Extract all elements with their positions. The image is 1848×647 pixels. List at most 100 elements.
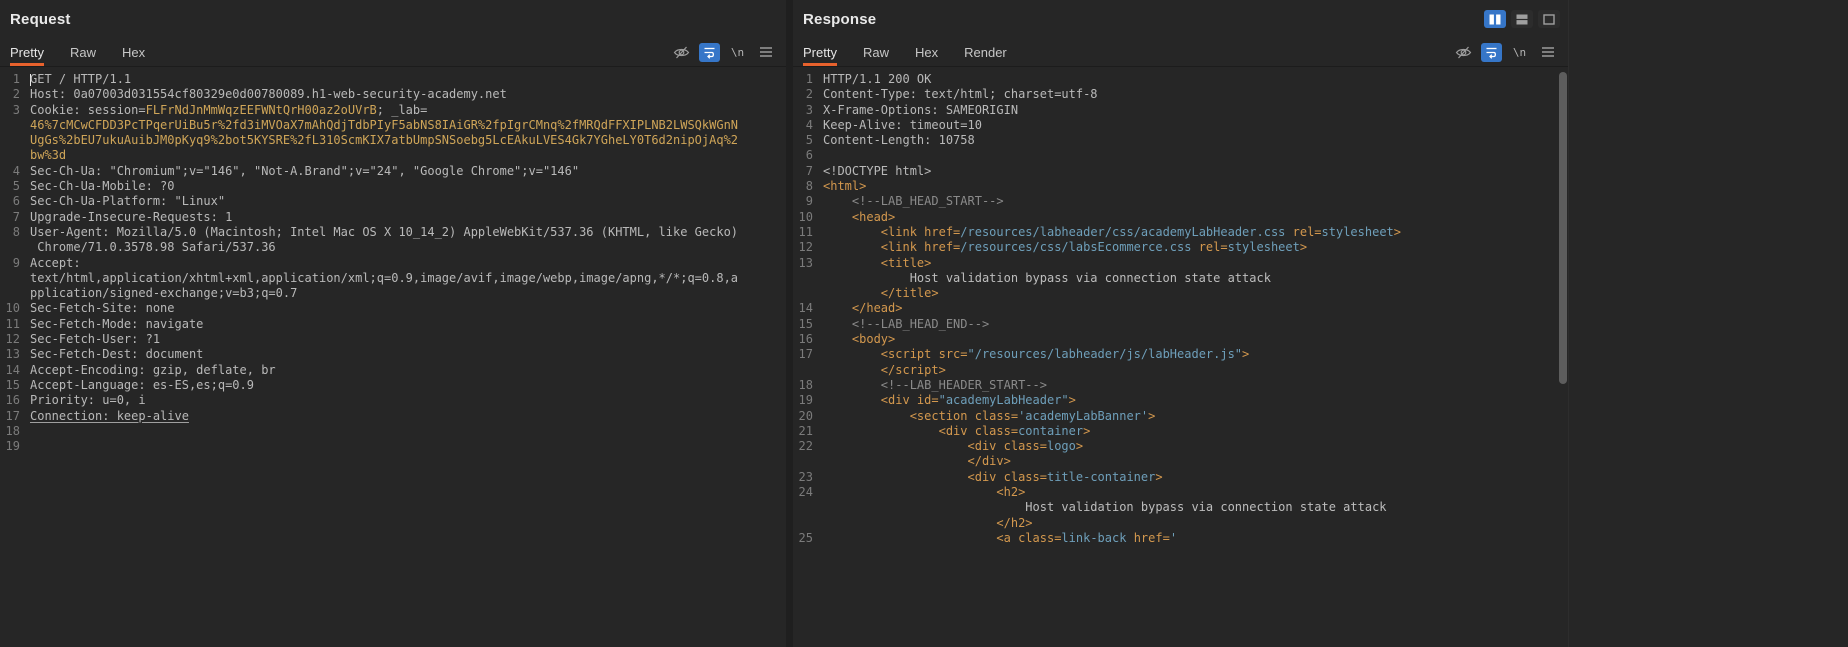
- code-line[interactable]: 9Accept:: [0, 256, 786, 271]
- code-line[interactable]: 10 <head>: [793, 210, 1568, 225]
- code-line[interactable]: 16 <body>: [793, 332, 1568, 347]
- code-line[interactable]: 15 <!--LAB_HEAD_END-->: [793, 317, 1568, 332]
- code-line[interactable]: 22 <div class=logo>: [793, 439, 1568, 454]
- code-line[interactable]: 17Connection: keep-alive: [0, 409, 786, 424]
- hide-nonprinting-icon[interactable]: [671, 43, 692, 62]
- newline-chars-icon[interactable]: \n: [1509, 43, 1530, 62]
- editor-menu-icon[interactable]: [755, 43, 776, 62]
- panel-splitter[interactable]: [786, 0, 793, 647]
- request-tab-hex[interactable]: Hex: [122, 38, 145, 66]
- code-line[interactable]: 3Cookie: session=FLFrNdJnMmWqzEEFWNtQrH0…: [0, 103, 786, 118]
- code-segment: FLFrNdJnMmWqzEEFWNtQrH00az2oUVrB: [146, 103, 377, 117]
- code-text: <div class=container>: [820, 424, 1568, 439]
- hamburger-icon: [1541, 46, 1555, 58]
- code-segment: <!--LAB_HEADER_START-->: [881, 378, 1047, 392]
- code-line[interactable]: Chrome/71.0.3578.98 Safari/537.36: [0, 240, 786, 255]
- code-line[interactable]: 8<html>: [793, 179, 1568, 194]
- code-line[interactable]: UgGs%2bEU7ukuAuibJM0pKyq9%2bot5KYSRE%2fL…: [0, 133, 786, 148]
- hide-nonprinting-icon[interactable]: [1453, 43, 1474, 62]
- code-line[interactable]: text/html,application/xhtml+xml,applicat…: [0, 271, 786, 286]
- code-line[interactable]: 14 </head>: [793, 301, 1568, 316]
- code-line[interactable]: 2Content-Type: text/html; charset=utf-8: [793, 87, 1568, 102]
- code-line[interactable]: 1HTTP/1.1 200 OK: [793, 72, 1568, 87]
- code-line[interactable]: 4Keep-Alive: timeout=10: [793, 118, 1568, 133]
- code-line[interactable]: Host validation bypass via connection st…: [793, 271, 1568, 286]
- code-line[interactable]: 15Accept-Language: es-ES,es;q=0.9: [0, 378, 786, 393]
- code-line[interactable]: 14Accept-Encoding: gzip, deflate, br: [0, 363, 786, 378]
- code-line[interactable]: 9 <!--LAB_HEAD_START-->: [793, 194, 1568, 209]
- code-segment: link-back: [1061, 531, 1126, 545]
- code-line[interactable]: </h2>: [793, 516, 1568, 531]
- code-line[interactable]: 6: [793, 148, 1568, 163]
- code-line[interactable]: </title>: [793, 286, 1568, 301]
- code-segment: <div class=: [968, 470, 1047, 484]
- code-line[interactable]: 11Sec-Fetch-Mode: navigate: [0, 317, 786, 332]
- code-text: <html>: [820, 179, 1568, 194]
- code-line[interactable]: 46%7cMCwCFDD3PcTPqerUiBu5r%2fd3iMVOaX7mA…: [0, 118, 786, 133]
- code-segment: text/html,application/xhtml+xml,applicat…: [30, 271, 738, 285]
- word-wrap-icon[interactable]: [699, 43, 720, 62]
- request-tab-raw[interactable]: Raw: [70, 38, 96, 66]
- code-line[interactable]: 25 <a class=link-back href=': [793, 531, 1568, 546]
- columns-layout-button[interactable]: [1484, 10, 1506, 28]
- newline-chars-icon[interactable]: \n: [727, 43, 748, 62]
- code-line[interactable]: 12Sec-Fetch-User: ?1: [0, 332, 786, 347]
- code-segment: <div class=: [968, 439, 1047, 453]
- response-tab-render[interactable]: Render: [964, 38, 1007, 66]
- editor-menu-icon[interactable]: [1537, 43, 1558, 62]
- code-line[interactable]: 11 <link href=/resources/labheader/css/a…: [793, 225, 1568, 240]
- code-line[interactable]: 8User-Agent: Mozilla/5.0 (Macintosh; Int…: [0, 225, 786, 240]
- code-line[interactable]: 1GET / HTTP/1.1: [0, 72, 786, 87]
- code-line[interactable]: Host validation bypass via connection st…: [793, 500, 1568, 515]
- response-tab-hex[interactable]: Hex: [915, 38, 938, 66]
- code-line[interactable]: </script>: [793, 363, 1568, 378]
- code-text: Sec-Ch-Ua-Mobile: ?0: [27, 179, 786, 194]
- code-line[interactable]: 13Sec-Fetch-Dest: document: [0, 347, 786, 362]
- code-line[interactable]: 10Sec-Fetch-Site: none: [0, 301, 786, 316]
- code-line[interactable]: 19 <div id="academyLabHeader">: [793, 393, 1568, 408]
- code-line[interactable]: 7<!DOCTYPE html>: [793, 164, 1568, 179]
- code-line[interactable]: </div>: [793, 454, 1568, 469]
- code-line[interactable]: 23 <div class=title-container>: [793, 470, 1568, 485]
- rows-layout-button[interactable]: [1511, 10, 1533, 28]
- code-line[interactable]: 18: [0, 424, 786, 439]
- code-text: Accept-Language: es-ES,es;q=0.9: [27, 378, 786, 393]
- code-line[interactable]: 12 <link href=/resources/css/labsEcommer…: [793, 240, 1568, 255]
- response-scrollbar-thumb[interactable]: [1559, 72, 1567, 384]
- line-number: 14: [0, 363, 27, 378]
- code-line[interactable]: 24 <h2>: [793, 485, 1568, 500]
- request-tab-pretty[interactable]: Pretty: [10, 38, 44, 66]
- code-line[interactable]: 19: [0, 439, 786, 454]
- code-line[interactable]: 2Host: 0a07003d031554cf80329e0d00780089.…: [0, 87, 786, 102]
- code-line[interactable]: 18 <!--LAB_HEADER_START-->: [793, 378, 1568, 393]
- line-number: [793, 363, 820, 378]
- code-line[interactable]: 4Sec-Ch-Ua: "Chromium";v="146", "Not-A.B…: [0, 164, 786, 179]
- code-segment: Connection: keep-alive: [30, 409, 189, 423]
- response-tab-pretty[interactable]: Pretty: [803, 38, 837, 66]
- code-segment: Sec-Fetch-Dest: document: [30, 347, 203, 361]
- code-line[interactable]: 16Priority: u=0, i: [0, 393, 786, 408]
- code-segment: [823, 225, 881, 239]
- code-line[interactable]: 17 <script src="/resources/labheader/js/…: [793, 347, 1568, 362]
- code-line[interactable]: 21 <div class=container>: [793, 424, 1568, 439]
- word-wrap-icon[interactable]: [1481, 43, 1502, 62]
- code-line[interactable]: 13 <title>: [793, 256, 1568, 271]
- code-text: <!--LAB_HEAD_END-->: [820, 317, 1568, 332]
- code-line[interactable]: 5Sec-Ch-Ua-Mobile: ?0: [0, 179, 786, 194]
- response-tab-raw[interactable]: Raw: [863, 38, 889, 66]
- code-line[interactable]: 6Sec-Ch-Ua-Platform: "Linux": [0, 194, 786, 209]
- code-line[interactable]: 3X-Frame-Options: SAMEORIGIN: [793, 103, 1568, 118]
- code-line[interactable]: 20 <section class='academyLabBanner'>: [793, 409, 1568, 424]
- response-scrollbar[interactable]: [1558, 70, 1567, 643]
- code-line[interactable]: pplication/signed-exchange;v=b3;q=0.7: [0, 286, 786, 301]
- response-editor[interactable]: 1HTTP/1.1 200 OK2Content-Type: text/html…: [793, 67, 1568, 647]
- single-view-layout-button[interactable]: [1538, 10, 1560, 28]
- code-line[interactable]: 5Content-Length: 10758: [793, 133, 1568, 148]
- line-number: 22: [793, 439, 820, 454]
- line-number: 17: [793, 347, 820, 362]
- code-line[interactable]: 7Upgrade-Insecure-Requests: 1: [0, 210, 786, 225]
- line-number: [0, 286, 27, 301]
- code-line[interactable]: bw%3d: [0, 148, 786, 163]
- request-editor[interactable]: 1GET / HTTP/1.12Host: 0a07003d031554cf80…: [0, 67, 786, 647]
- line-number: 19: [0, 439, 27, 454]
